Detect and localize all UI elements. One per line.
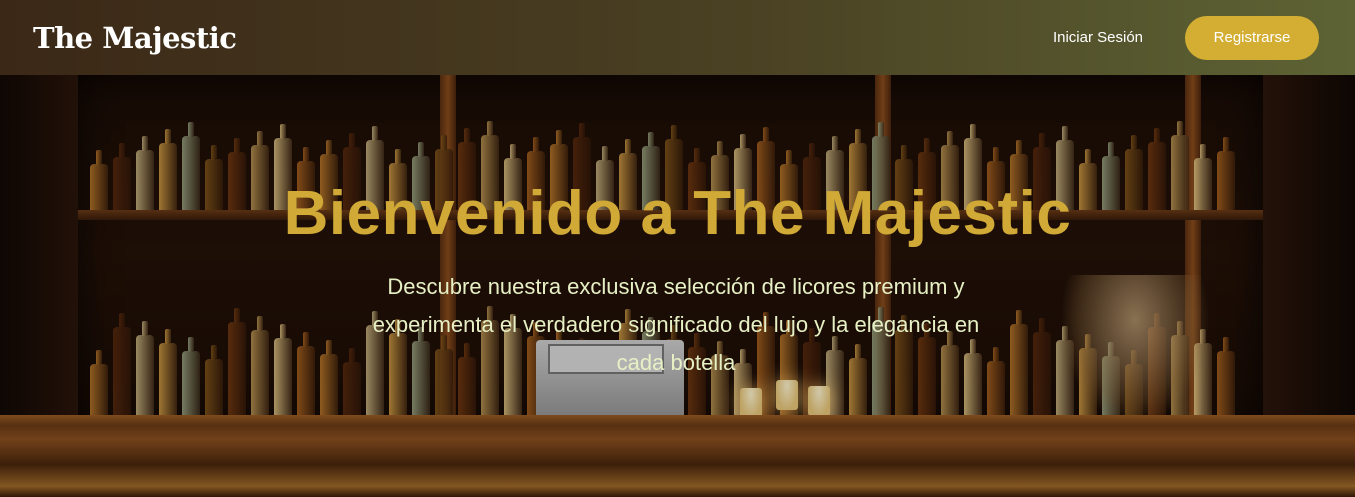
- hero-subtitle: Descubre nuestra exclusiva selección de …: [372, 274, 980, 375]
- brand-logo[interactable]: The Majestic: [33, 21, 237, 55]
- hero-title: Bienvenido a The Majestic: [283, 179, 1072, 248]
- top-navbar: The Majestic Iniciar Sesión Registrarse: [0, 0, 1355, 75]
- login-link[interactable]: Iniciar Sesión: [1053, 29, 1143, 46]
- nav-actions: Iniciar Sesión Registrarse: [1053, 15, 1319, 60]
- register-button[interactable]: Registrarse: [1185, 15, 1319, 60]
